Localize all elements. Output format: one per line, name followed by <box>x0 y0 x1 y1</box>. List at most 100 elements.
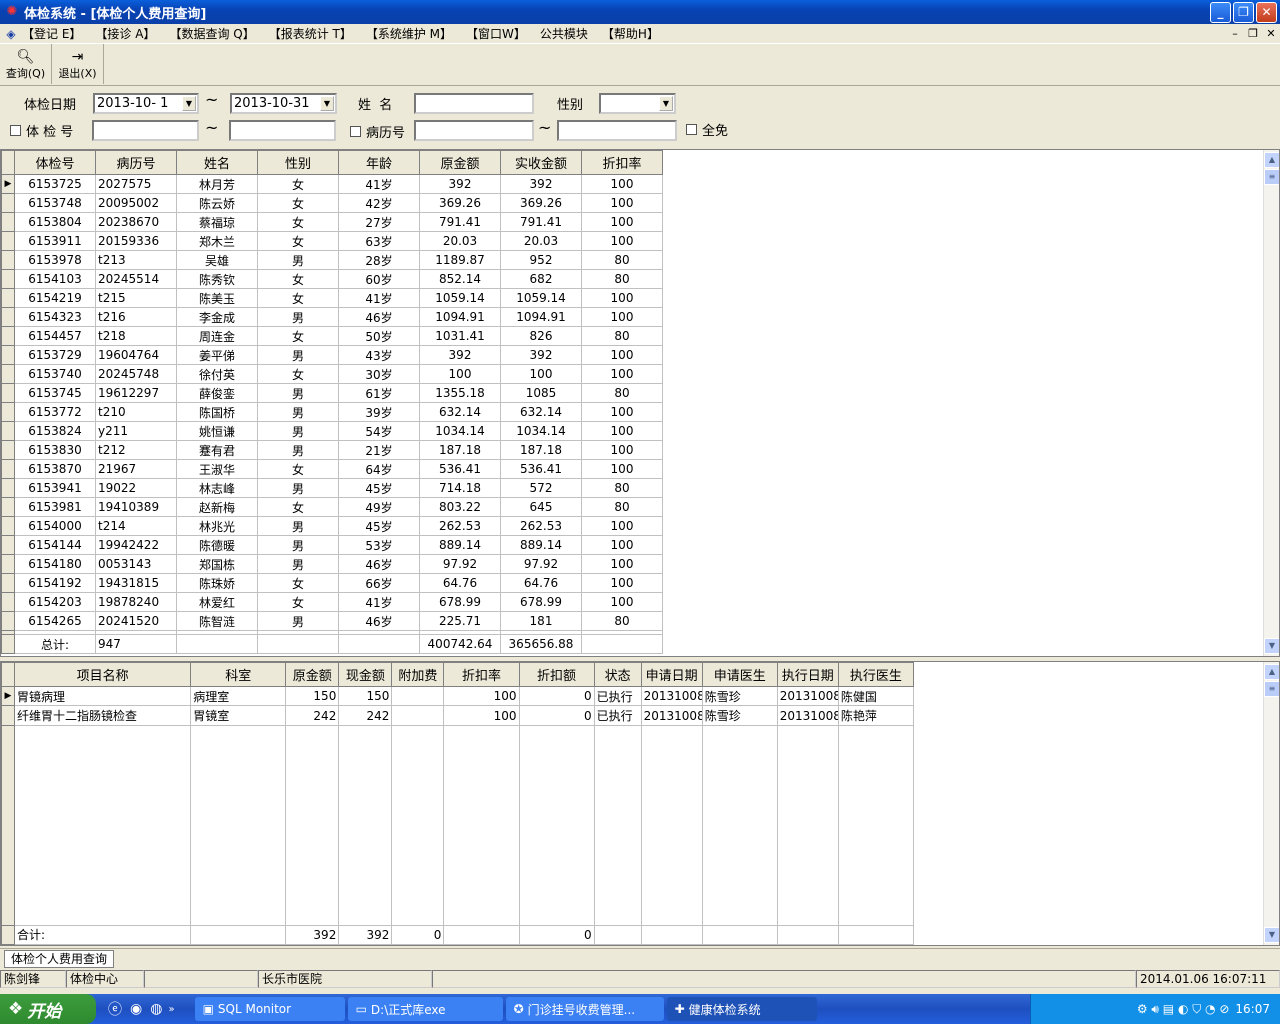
record-no-to-input[interactable] <box>557 120 677 141</box>
chevron-down-icon[interactable]: ▼ <box>182 96 196 111</box>
menu-reports[interactable]: 【报表统计 T】 <box>269 25 352 42</box>
table-row[interactable]: 6154219 t215 陈美玉女 41岁 1059.14 1059.14 100 <box>1 288 663 308</box>
start-button[interactable]: ❖ 开始 <box>0 994 96 1024</box>
table-row[interactable]: 纤维胃十二指肠镜检查 胃镜室 242 242 100 0 已执行 20131008 陈雪珍 201… <box>1 705 915 726</box>
scroll-up-icon[interactable]: ▲ <box>1264 664 1279 680</box>
tab-fee-query[interactable]: 体检个人费用查询 <box>4 950 115 968</box>
table-row[interactable]: 6153870 21967 王淑华女 64岁 536.41 536.41 100 <box>1 459 663 479</box>
grid2-scrollbar[interactable]: ▲ ≡ ▼ <box>1263 662 1279 945</box>
table-row[interactable]: ▶ 6153725 2027575 林月芳女 41岁 392 392 100 <box>1 174 663 194</box>
menu-reception[interactable]: 【接诊 A】 <box>95 25 155 42</box>
column-header[interactable]: 性别 <box>257 150 339 175</box>
table-cell: 病理室 <box>190 685 287 707</box>
table-row[interactable]: 6153748 20095002 陈云娇女 42岁 369.26 369.26 100 <box>1 193 663 213</box>
table-row[interactable]: 6154192 19431815 陈珠娇女 66岁 64.76 64.76 100 <box>1 573 663 593</box>
exam-no-to-input[interactable] <box>229 120 336 141</box>
table-row[interactable]: 6154103 20245514 陈秀钦女 60岁 852.14 682 80 <box>1 269 663 289</box>
minimize-button[interactable]: _ <box>1210 2 1231 23</box>
task-health-exam[interactable]: ✚ 健康体检系统 <box>666 997 817 1021</box>
table-row[interactable]: 6153740 20245748 徐付英女 30岁 100 100 100 <box>1 364 663 384</box>
table-row[interactable]: 6154457 t218 周连金女 50岁 1031.41 826 80 <box>1 326 663 346</box>
table-cell: 徐付英 <box>176 364 258 384</box>
table-row[interactable]: 6153729 19604764 姜平俤男 43岁 392 392 100 <box>1 345 663 365</box>
table-row[interactable]: 6153824 y211 姚恒谦男 54岁 1034.14 1034.14 100 <box>1 421 663 441</box>
record-no-checkbox[interactable] <box>350 126 361 137</box>
column-header[interactable]: 原金额 <box>419 150 501 175</box>
table-row[interactable]: 6154180 0053143 郑国栋男 46岁 97.92 97.92 100 <box>1 554 663 574</box>
table-row[interactable]: 6153981 19410389 赵新梅女 49岁 803.22 645 80 <box>1 497 663 517</box>
quicklaunch-app-icon[interactable]: ◉ <box>130 1001 142 1017</box>
table-row[interactable]: 6154265 20241520 陈智涟男 46岁 225.71 181 80 <box>1 611 663 631</box>
table-row[interactable]: ▶ 胃镜病理 病理室 150 150 100 0 已执行 20131008 陈雪珍 20131008… <box>1 685 915 707</box>
full-free-checkbox[interactable] <box>686 124 697 135</box>
scroll-thumb[interactable]: ≡ <box>1264 681 1279 697</box>
column-header[interactable]: 申请医生 <box>701 662 778 687</box>
column-header[interactable]: 年龄 <box>338 150 420 175</box>
task-folder[interactable]: ▭ D:\正式库exe <box>347 997 503 1021</box>
column-header[interactable]: 申请日期 <box>640 662 703 687</box>
table-row[interactable]: 6153772 t210 陈国桥男 39岁 632.14 632.14 100 <box>1 402 663 422</box>
mdi-close-icon[interactable]: ✕ <box>1264 27 1278 41</box>
mdi-minimize-icon[interactable]: – <box>1228 27 1242 41</box>
grid1-scrollbar[interactable]: ▲ ≡ ▼ <box>1263 150 1279 656</box>
table-row[interactable]: 6153911 20159336 郑木兰女 63岁 20.03 20.03 100 <box>1 231 663 251</box>
table-row[interactable]: 6153745 19612297 薛俊銮男 61岁 1355.18 1085 80 <box>1 383 663 403</box>
mdi-restore-icon[interactable]: ❐ <box>1246 27 1260 41</box>
table-row[interactable]: 6153941 19022 林志峰男 45岁 714.18 572 80 <box>1 478 663 498</box>
exit-button[interactable]: ⇥ 退出(X) <box>52 44 104 84</box>
gender-select[interactable]: ▼ <box>599 93 676 114</box>
name-input[interactable] <box>414 93 534 114</box>
table-row[interactable]: 6153978 t213 吴雄男 28岁 1189.87 952 80 <box>1 250 663 270</box>
table-row[interactable]: 6153830 t212 蹇有君男 21岁 187.18 187.18 100 <box>1 440 663 460</box>
record-no-from-input[interactable] <box>414 120 534 141</box>
table-row[interactable]: 6154000 t214 林兆光男 45岁 262.53 262.53 100 <box>1 516 663 536</box>
column-header[interactable]: 病历号 <box>95 150 177 175</box>
column-header[interactable]: 折扣率 <box>581 150 663 175</box>
tray-icons[interactable]: ⚙ 🔊︎ ▤ ◐ ⛉ ◔ ⊘ <box>1137 1002 1230 1017</box>
column-header[interactable]: 项目名称 <box>13 662 192 687</box>
quicklaunch-more-icon[interactable]: » <box>168 1004 174 1015</box>
column-header[interactable]: 执行医生 <box>837 662 915 687</box>
quicklaunch-ie-icon[interactable]: ⓔ <box>108 999 122 1019</box>
chevron-down-icon[interactable]: ▼ <box>320 96 334 111</box>
scroll-up-icon[interactable]: ▲ <box>1264 152 1279 168</box>
column-header[interactable]: 体检号 <box>14 150 96 175</box>
column-header[interactable]: 原金额 <box>285 662 340 687</box>
menu-register[interactable]: 【登记 E】 <box>22 25 81 42</box>
menu-maintenance[interactable]: 【系统维护 M】 <box>366 25 452 42</box>
menu-help[interactable]: 【帮助H】 <box>602 25 659 42</box>
column-header[interactable]: 实收金额 <box>500 150 582 175</box>
table-cell: 郑国栋 <box>176 554 258 574</box>
quicklaunch-chat-icon[interactable]: ◍ <box>150 1001 162 1017</box>
column-header[interactable]: 姓名 <box>176 150 258 175</box>
column-header[interactable]: 执行日期 <box>776 662 839 687</box>
column-header[interactable]: 折扣额 <box>518 662 595 687</box>
menu-data-query[interactable]: 【数据查询 Q】 <box>169 25 254 42</box>
table-row[interactable]: 6154203 19878240 林爱红女 41岁 678.99 678.99 100 <box>1 592 663 612</box>
column-header[interactable]: 附加费 <box>391 662 445 687</box>
scroll-down-icon[interactable]: ▼ <box>1264 638 1279 654</box>
scroll-thumb[interactable]: ≡ <box>1264 169 1279 185</box>
column-header[interactable]: 现金额 <box>338 662 393 687</box>
query-button[interactable]: 🔍︎ 查询(Q) <box>0 44 52 84</box>
date-to-picker[interactable]: 2013-10-31 ▼ <box>230 93 337 114</box>
table-row[interactable]: 6154323 t216 李金成男 46岁 1094.91 1094.91 100 <box>1 307 663 327</box>
close-button[interactable]: ✕ <box>1256 2 1277 23</box>
exam-no-checkbox[interactable] <box>10 125 21 136</box>
date-from-picker[interactable]: 2013-10- 1 ▼ <box>93 93 199 114</box>
chevron-down-icon[interactable]: ▼ <box>659 96 673 111</box>
column-header[interactable]: 科室 <box>190 662 287 687</box>
exam-no-from-input[interactable] <box>92 120 199 141</box>
table-cell: 1031.41 <box>419 326 501 346</box>
task-outpatient[interactable]: ✪ 门诊挂号收费管理... <box>505 997 664 1021</box>
restore-button[interactable]: ❐ <box>1233 2 1254 23</box>
scroll-down-icon[interactable]: ▼ <box>1264 927 1279 943</box>
empty-cell <box>338 724 393 926</box>
table-row[interactable]: 6154144 19942422 陈德暖男 53岁 889.14 889.14 100 <box>1 535 663 555</box>
menu-window[interactable]: 【窗口W】 <box>466 25 526 42</box>
column-header[interactable]: 状态 <box>593 662 642 687</box>
column-header[interactable]: 折扣率 <box>443 662 520 687</box>
menu-public[interactable]: 公共模块 <box>540 25 588 42</box>
table-row[interactable]: 6153804 20238670 蔡福琼女 27岁 791.41 791.41 100 <box>1 212 663 232</box>
task-sql-monitor[interactable]: ▣ SQL Monitor <box>194 997 345 1021</box>
